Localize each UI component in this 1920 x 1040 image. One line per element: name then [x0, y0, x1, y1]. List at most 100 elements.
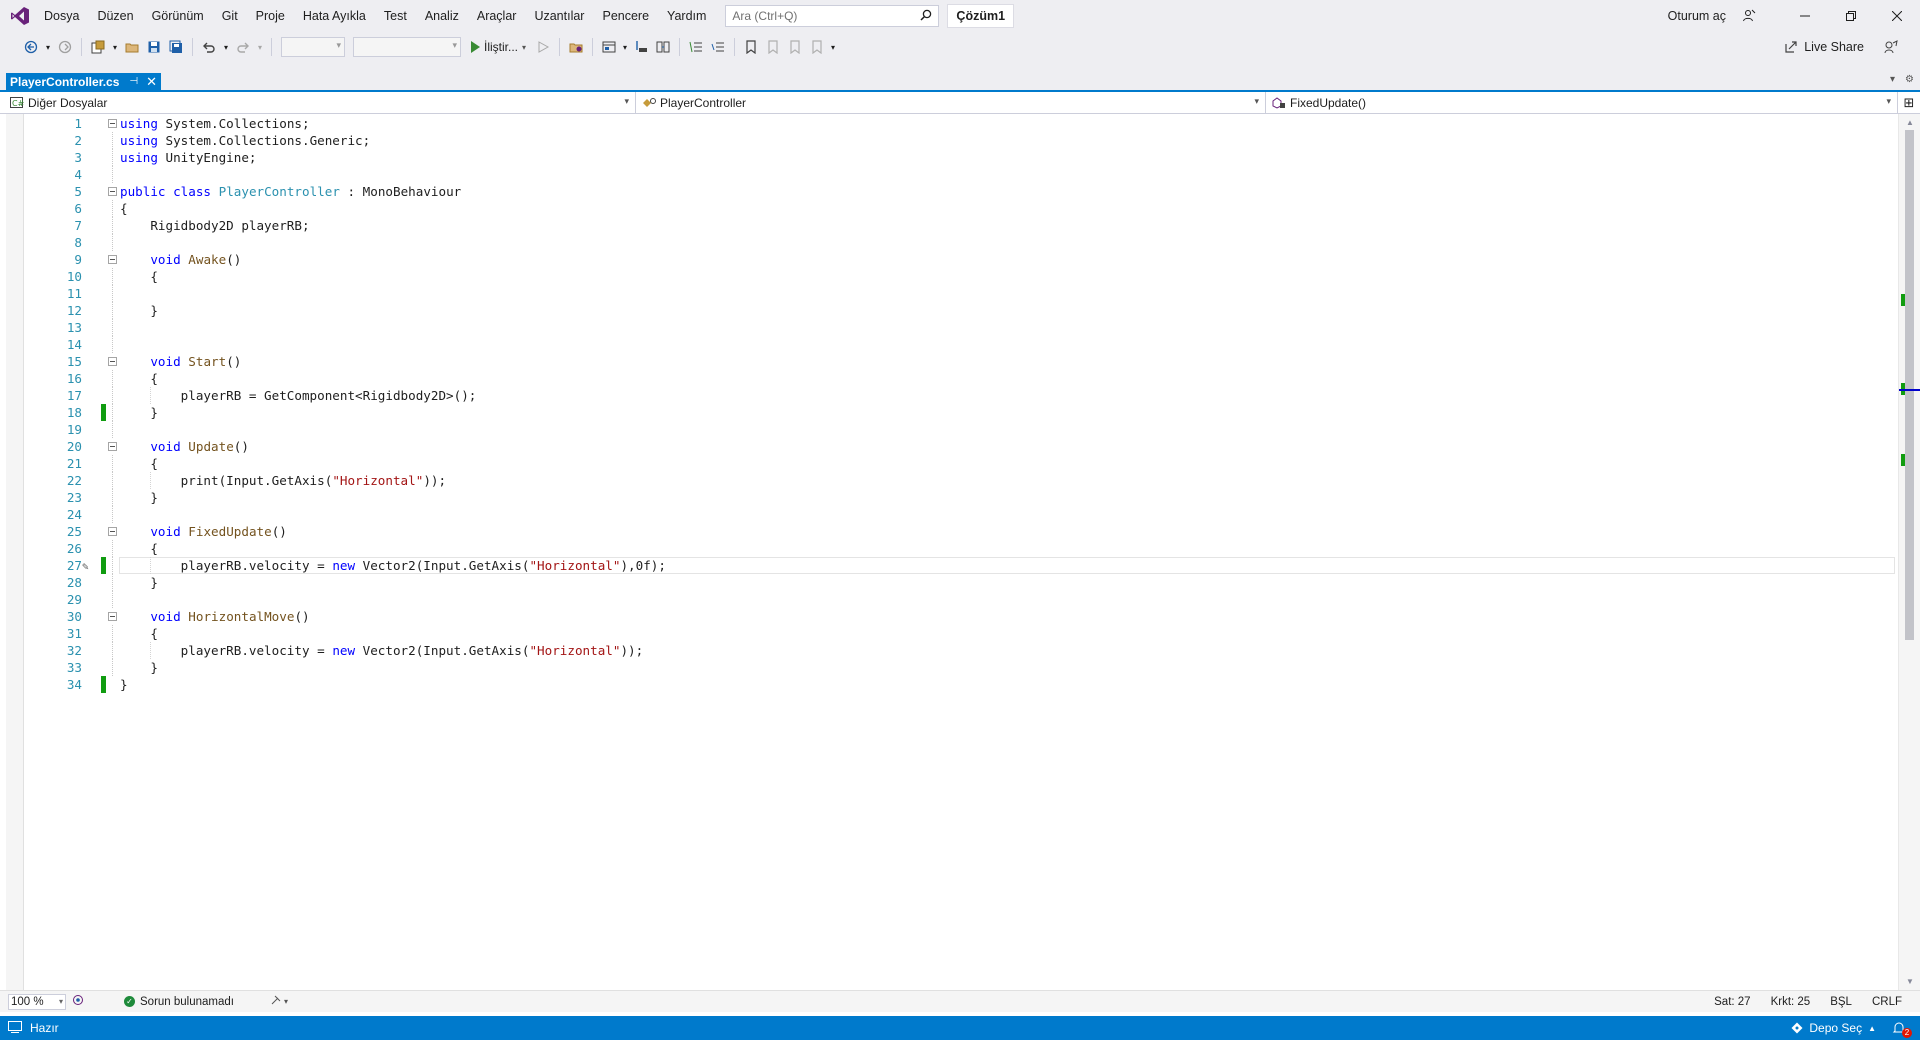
menu-item[interactable]: Analiz: [416, 0, 468, 32]
code-line[interactable]: 9 void Awake(): [0, 251, 1890, 268]
close-tab-icon[interactable]: ✕: [146, 74, 157, 90]
project-combo[interactable]: C# Diğer Dosyalar ▾: [0, 92, 636, 113]
code-line[interactable]: 7 Rigidbody2D playerRB;: [0, 217, 1890, 234]
collapse-toggle-icon[interactable]: [108, 357, 117, 366]
menu-item[interactable]: Araçlar: [468, 0, 526, 32]
code-line[interactable]: 26 {: [0, 540, 1890, 557]
prev-bookmark-icon[interactable]: [762, 36, 784, 58]
code-line[interactable]: 18 }: [0, 404, 1890, 421]
code-editor[interactable]: 1 using System.Collections; 2 using System.…: [0, 114, 1920, 990]
code-line[interactable]: 25 void FixedUpdate(): [0, 523, 1890, 540]
window-layout-icon[interactable]: [598, 36, 620, 58]
start-without-debug-icon[interactable]: [532, 36, 554, 58]
tab-playercontroller[interactable]: PlayerController.cs ⊣ ✕: [6, 73, 162, 90]
copilot-icon[interactable]: [72, 994, 84, 1009]
compare-icon[interactable]: [652, 36, 674, 58]
code-line[interactable]: 12 }: [0, 302, 1890, 319]
member-combo[interactable]: FixedUpdate() ▾: [1266, 92, 1898, 113]
code-line[interactable]: 31 {: [0, 625, 1890, 642]
code-line[interactable]: 24: [0, 506, 1890, 523]
line-ending[interactable]: CRLF: [1872, 996, 1902, 1008]
code-line[interactable]: 3 using UnityEngine;: [0, 149, 1890, 166]
chevron-down-icon[interactable]: ▾: [254, 36, 266, 58]
redo-icon[interactable]: [232, 36, 254, 58]
quick-actions-icon[interactable]: ✎: [82, 558, 89, 575]
code-line[interactable]: 30 void HorizontalMove(): [0, 608, 1890, 625]
collapse-toggle-icon[interactable]: [108, 612, 117, 621]
code-line[interactable]: 23 }: [0, 489, 1890, 506]
next-bookmark-icon[interactable]: [784, 36, 806, 58]
collapse-toggle-icon[interactable]: [108, 119, 117, 128]
code-line[interactable]: 4: [0, 166, 1890, 183]
issues-indicator[interactable]: ✓ Sorun bulunamadı: [124, 996, 234, 1008]
code-line[interactable]: 22 print(Input.GetAxis("Horizontal"));: [0, 472, 1890, 489]
uncomment-lines-icon[interactable]: [707, 36, 729, 58]
code-line[interactable]: 8: [0, 234, 1890, 251]
search-box[interactable]: Ara (Ctrl+Q): [725, 5, 940, 27]
save-all-icon[interactable]: [165, 36, 187, 58]
scroll-down-icon[interactable]: ▼: [1899, 977, 1920, 986]
output-window-icon[interactable]: [8, 1020, 22, 1036]
forward-icon[interactable]: [54, 36, 76, 58]
feedback-person-icon[interactable]: [1734, 0, 1764, 32]
notifications-bell-icon[interactable]: 2: [1892, 1021, 1912, 1038]
signin-link[interactable]: Oturum aç: [1668, 9, 1726, 23]
menu-item[interactable]: Pencere: [593, 0, 658, 32]
code-line[interactable]: 21 {: [0, 455, 1890, 472]
solution-explorer-icon[interactable]: [565, 36, 587, 58]
zoom-combo[interactable]: 100 %: [8, 993, 66, 1010]
code-line[interactable]: 32 playerRB.velocity = new Vector2(Input…: [0, 642, 1890, 659]
chevron-down-icon[interactable]: ▾: [220, 36, 232, 58]
menu-item[interactable]: Düzen: [88, 0, 142, 32]
select-repository-button[interactable]: Depo Seç ▲: [1791, 1021, 1876, 1035]
code-line[interactable]: 19: [0, 421, 1890, 438]
insert-mode[interactable]: BŞL: [1830, 996, 1852, 1008]
split-editor-icon[interactable]: ⊞: [1898, 92, 1920, 113]
tab-dropdown-icon[interactable]: ▾: [1890, 74, 1895, 85]
chevron-down-icon[interactable]: ▾: [828, 36, 838, 58]
open-folder-icon[interactable]: [121, 36, 143, 58]
menu-item[interactable]: Yardım: [658, 0, 715, 32]
clear-bookmarks-icon[interactable]: [806, 36, 828, 58]
menu-item[interactable]: Hata Ayıkla: [294, 0, 375, 32]
menu-item[interactable]: Görünüm: [143, 0, 213, 32]
code-line[interactable]: 15 void Start(): [0, 353, 1890, 370]
menu-item[interactable]: Git: [213, 0, 247, 32]
code-cleanup-icon[interactable]: ▾: [270, 994, 292, 1009]
code-area[interactable]: 1 using System.Collections; 2 using System.…: [0, 115, 1895, 693]
pin-icon[interactable]: ⊣: [129, 76, 138, 87]
code-line[interactable]: 29: [0, 591, 1890, 608]
line-number[interactable]: Sat: 27: [1714, 996, 1750, 1008]
menu-item[interactable]: Dosya: [40, 0, 88, 32]
vertical-scrollbar[interactable]: ▲ ▼: [1898, 114, 1920, 990]
code-line[interactable]: 34}: [0, 676, 1890, 693]
class-combo[interactable]: PlayerController ▾: [636, 92, 1266, 113]
chevron-down-icon[interactable]: ▾: [620, 36, 630, 58]
code-line[interactable]: 10 {: [0, 268, 1890, 285]
code-line[interactable]: 1 using System.Collections;: [0, 115, 1890, 132]
code-line[interactable]: 28 }: [0, 574, 1890, 591]
code-line[interactable]: 20 void Update(): [0, 438, 1890, 455]
collapse-toggle-icon[interactable]: [108, 255, 117, 264]
collapse-toggle-icon[interactable]: [108, 442, 117, 451]
comment-lines-icon[interactable]: [685, 36, 707, 58]
code-line[interactable]: 17 playerRB = GetComponent<Rigidbody2D>(…: [0, 387, 1890, 404]
code-line[interactable]: 6{: [0, 200, 1890, 217]
attach-run-button[interactable]: İliştir... ▾: [465, 40, 532, 54]
code-line[interactable]: 2 using System.Collections.Generic;: [0, 132, 1890, 149]
settings-gear-icon[interactable]: ⚙: [1905, 74, 1914, 85]
code-line[interactable]: 14: [0, 336, 1890, 353]
menu-item[interactable]: Test: [375, 0, 416, 32]
collapse-toggle-icon[interactable]: [108, 527, 117, 536]
column-number[interactable]: Krkt: 25: [1771, 996, 1811, 1008]
live-share-button[interactable]: Live Share: [1784, 32, 1864, 62]
code-line[interactable]: 27 ✎ playerRB.velocity = new Vector2(Inpu…: [0, 557, 1895, 575]
feedback-icon[interactable]: [1880, 36, 1902, 58]
code-line[interactable]: 16 {: [0, 370, 1890, 387]
code-line[interactable]: 33 }: [0, 659, 1890, 676]
menu-item[interactable]: Uzantılar: [525, 0, 593, 32]
code-line[interactable]: 11: [0, 285, 1890, 302]
minimize-button[interactable]: [1782, 0, 1828, 32]
bookmark-icon[interactable]: [740, 36, 762, 58]
scroll-up-icon[interactable]: ▲: [1899, 118, 1920, 127]
